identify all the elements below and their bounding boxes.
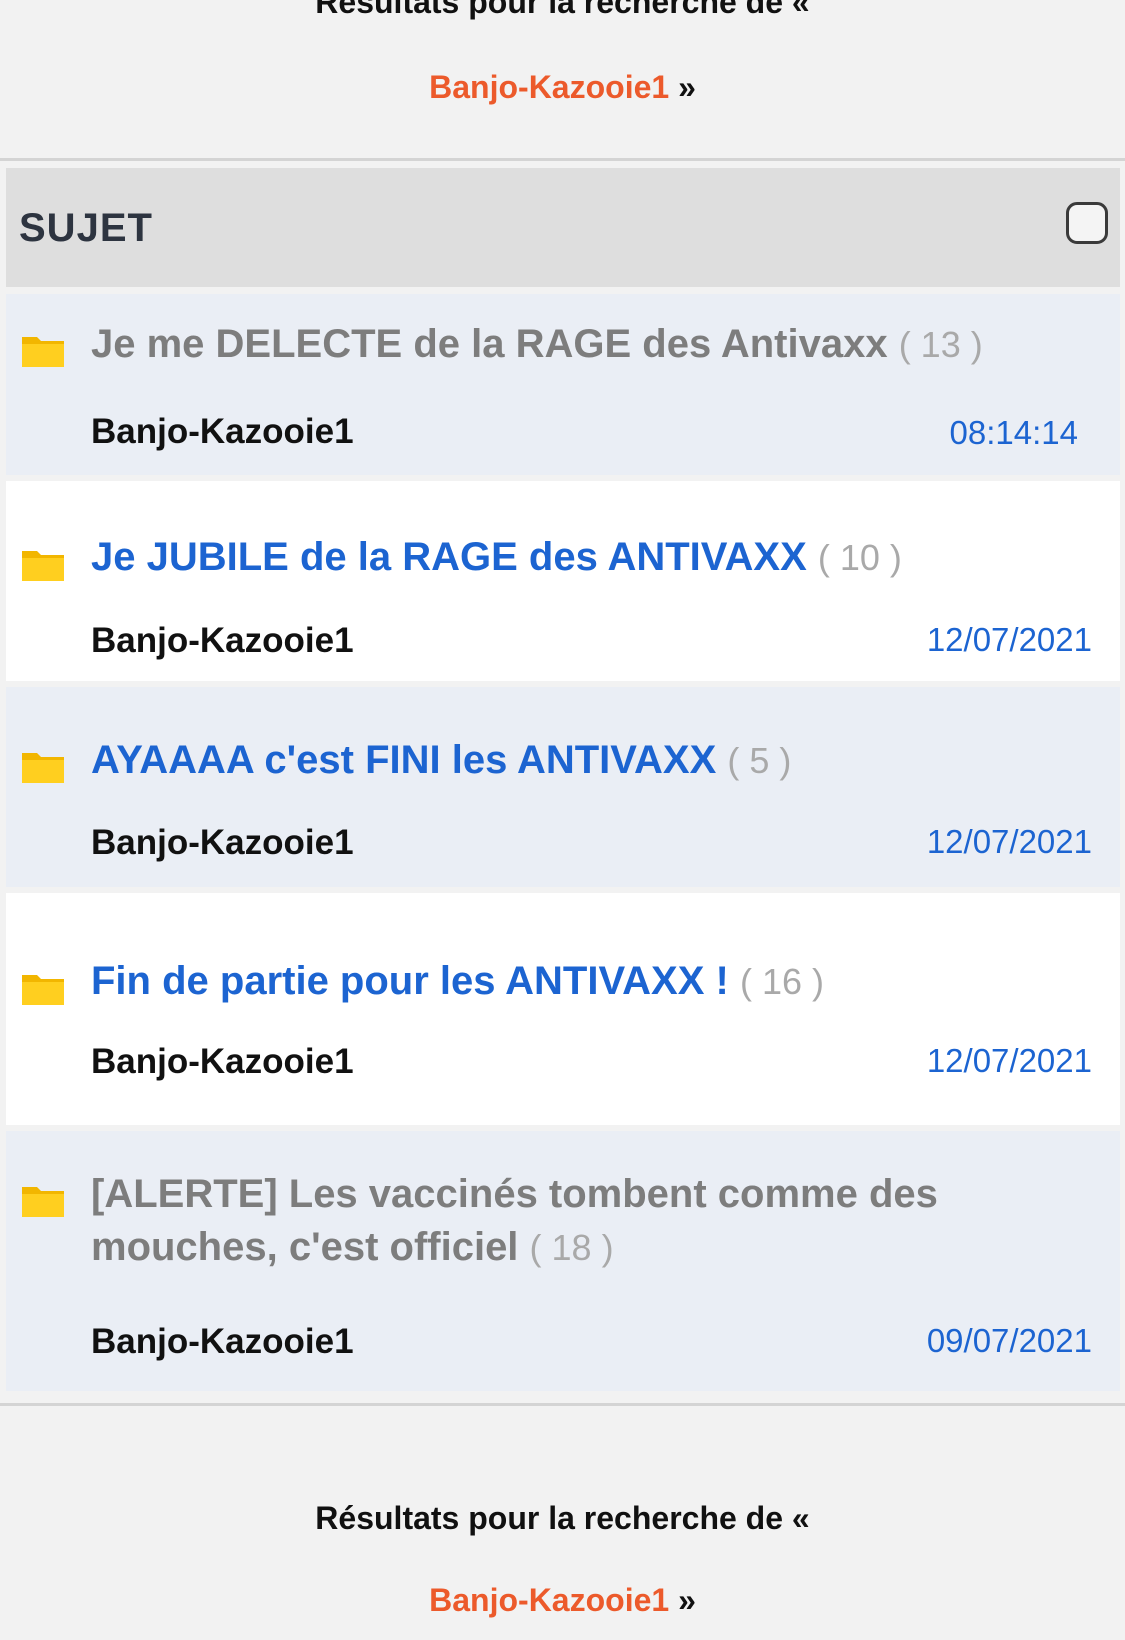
topic-date: 12/07/2021 xyxy=(926,823,1092,860)
search-query-line: Banjo-Kazooie1 » xyxy=(0,1580,1125,1620)
folder-icon xyxy=(22,337,64,367)
search-results-label: Résultats pour la recherche de « xyxy=(315,1500,810,1536)
topic-row[interactable]: Fin de partie pour les ANTIVAXX ! ( 16 )… xyxy=(6,893,1120,1125)
topic-date: 08:14:14 xyxy=(949,414,1078,451)
topic-row[interactable]: AYAAAA c'est FINI les ANTIVAXX ( 5 ) Ban… xyxy=(6,687,1120,887)
select-all-checkbox[interactable] xyxy=(1066,202,1108,244)
column-header-subject: SUJET xyxy=(19,206,153,250)
folder-icon xyxy=(22,975,64,1005)
reply-count: ( 5 ) xyxy=(727,740,792,781)
search-query-link[interactable]: Banjo-Kazooie1 xyxy=(429,1582,669,1618)
topic-title-link[interactable]: Je me DELECTE de la RAGE des Antivaxx ( … xyxy=(91,318,1060,371)
reply-count: ( 18 ) xyxy=(529,1227,614,1268)
topic-row[interactable]: Je JUBILE de la RAGE des ANTIVAXX ( 10 )… xyxy=(6,481,1120,681)
topic-title-text: Fin de partie pour les ANTIVAXX ! xyxy=(91,959,729,1003)
topic-title-link[interactable]: [ALERTE] Les vaccinés tombent comme des … xyxy=(91,1168,1060,1274)
topic-row[interactable]: [ALERTE] Les vaccinés tombent comme des … xyxy=(6,1131,1120,1391)
reply-count: ( 10 ) xyxy=(817,537,902,578)
topic-date: 12/07/2021 xyxy=(926,621,1092,658)
search-query-close-quote: » xyxy=(669,1582,696,1618)
reply-count: ( 16 ) xyxy=(739,961,825,1002)
topic-author[interactable]: Banjo-Kazooie1 xyxy=(91,823,354,863)
reply-count: ( 13 ) xyxy=(898,324,983,365)
topic-date: 09/07/2021 xyxy=(926,1322,1092,1359)
search-results-banner-bottom: Résultats pour la recherche de « Banjo-K… xyxy=(0,1498,1125,1620)
folder-icon xyxy=(22,551,64,581)
search-query-close-quote: » xyxy=(669,69,696,105)
search-query-link[interactable]: Banjo-Kazooie1 xyxy=(429,69,669,105)
topic-title-link[interactable]: Je JUBILE de la RAGE des ANTIVAXX ( 10 ) xyxy=(91,531,1060,584)
divider xyxy=(0,1403,1125,1406)
topic-date: 12/07/2021 xyxy=(926,1042,1092,1079)
topic-author[interactable]: Banjo-Kazooie1 xyxy=(91,1322,354,1362)
search-results-label: Résultats pour la recherche de « xyxy=(315,0,810,20)
topic-title-text: [ALERTE] Les vaccinés tombent comme des … xyxy=(91,1172,938,1269)
topic-author[interactable]: Banjo-Kazooie1 xyxy=(91,621,354,661)
topic-row[interactable]: Je me DELECTE de la RAGE des Antivaxx ( … xyxy=(6,294,1120,475)
folder-icon xyxy=(22,753,64,783)
topic-title-text: Je JUBILE de la RAGE des ANTIVAXX xyxy=(91,535,807,579)
topic-title-link[interactable]: AYAAAA c'est FINI les ANTIVAXX ( 5 ) xyxy=(91,734,1060,787)
search-results-banner-top: Résultats pour la recherche de « Banjo-K… xyxy=(0,0,1125,107)
folder-icon xyxy=(22,1187,64,1217)
topic-title-text: AYAAAA c'est FINI les ANTIVAXX xyxy=(91,738,717,782)
search-query-line: Banjo-Kazooie1 » xyxy=(0,67,1125,107)
topic-author[interactable]: Banjo-Kazooie1 xyxy=(91,412,354,452)
topic-author[interactable]: Banjo-Kazooie1 xyxy=(91,1042,354,1082)
topics-table-header: SUJET xyxy=(6,168,1120,287)
divider xyxy=(0,158,1125,161)
topic-title-text: Je me DELECTE de la RAGE des Antivaxx xyxy=(91,322,888,366)
topic-title-link[interactable]: Fin de partie pour les ANTIVAXX ! ( 16 ) xyxy=(91,955,1060,1008)
